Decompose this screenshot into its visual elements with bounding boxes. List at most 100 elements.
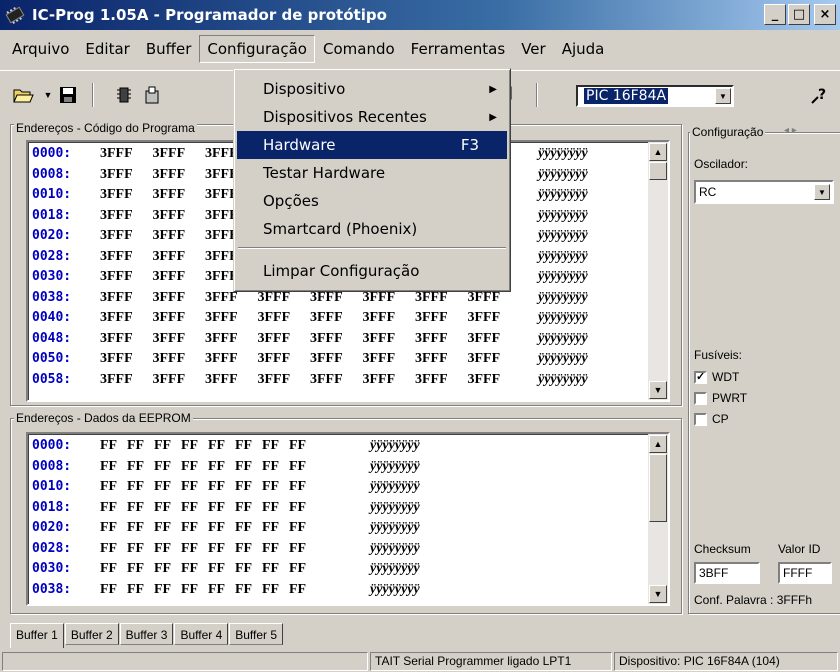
hex-byte-cell[interactable]: FF bbox=[289, 582, 306, 598]
scroll-up-button[interactable]: ▲ bbox=[649, 435, 667, 453]
hex-word-cell[interactable]: 3FFF bbox=[100, 372, 133, 388]
hex-word-cell[interactable]: 3FFF bbox=[258, 372, 291, 388]
hex-word-cell[interactable]: 3FFF bbox=[415, 372, 448, 388]
hex-byte-cell[interactable]: FF bbox=[208, 438, 225, 454]
hex-word-cell[interactable]: 3FFF bbox=[468, 310, 501, 326]
hex-byte-cell[interactable]: FF bbox=[100, 520, 117, 536]
hex-byte-cell[interactable]: FF bbox=[262, 520, 279, 536]
hex-word-cell[interactable]: 3FFF bbox=[153, 351, 186, 367]
hex-byte-cell[interactable]: FF bbox=[289, 479, 306, 495]
fuse-cp-checkbox[interactable]: CP bbox=[694, 412, 729, 426]
hex-word-cell[interactable]: 3FFF bbox=[310, 351, 343, 367]
hex-byte-cell[interactable]: FF bbox=[262, 438, 279, 454]
hex-word-cell[interactable]: 3FFF bbox=[100, 228, 133, 244]
hex-word-cell[interactable]: 3FFF bbox=[100, 290, 133, 306]
device-select[interactable]: PIC 16F84A ▼ bbox=[576, 85, 734, 107]
tab-buffer-5[interactable]: Buffer 5 bbox=[229, 623, 284, 645]
hex-byte-cell[interactable]: FF bbox=[289, 520, 306, 536]
eeprom-hex-view[interactable]: ▲ ▼ 0000: FF FF FF FF FF FF FF FF ÿÿÿÿÿÿÿÿ 0008: FF… bbox=[26, 432, 670, 606]
hex-byte-cell[interactable]: FF bbox=[289, 459, 306, 475]
hex-word-cell[interactable]: 3FFF bbox=[205, 372, 238, 388]
menu-item-dispositivo[interactable]: Dispositivo ▶ bbox=[237, 75, 507, 103]
hex-word-cell[interactable]: 3FFF bbox=[100, 208, 133, 224]
hex-word-cell[interactable]: 3FFF bbox=[153, 146, 186, 162]
hex-byte-cell[interactable]: FF bbox=[262, 500, 279, 516]
hex-word-cell[interactable]: 3FFF bbox=[205, 310, 238, 326]
hex-word-cell[interactable]: 3FFF bbox=[310, 310, 343, 326]
hex-word-cell[interactable]: 3FFF bbox=[468, 372, 501, 388]
hex-byte-cell[interactable]: FF bbox=[208, 561, 225, 577]
hex-word-cell[interactable]: 3FFF bbox=[363, 331, 396, 347]
hex-word-cell[interactable]: 3FFF bbox=[100, 187, 133, 203]
hex-byte-cell[interactable]: FF bbox=[208, 541, 225, 557]
hex-byte-cell[interactable]: FF bbox=[208, 459, 225, 475]
hex-byte-cell[interactable]: FF bbox=[181, 459, 198, 475]
menu-buffer[interactable]: Buffer bbox=[138, 35, 200, 63]
hex-byte-cell[interactable]: FF bbox=[100, 561, 117, 577]
hex-byte-cell[interactable]: FF bbox=[181, 438, 198, 454]
hex-byte-cell[interactable]: FF bbox=[235, 500, 252, 516]
config-arrows-icon[interactable]: ◂ ▸ bbox=[784, 125, 797, 136]
hex-byte-cell[interactable]: FF bbox=[154, 582, 171, 598]
hex-word-cell[interactable]: 3FFF bbox=[100, 331, 133, 347]
hex-byte-cell[interactable]: FF bbox=[154, 500, 171, 516]
hex-word-cell[interactable]: 3FFF bbox=[153, 249, 186, 265]
save-button[interactable] bbox=[56, 83, 80, 107]
hex-word-cell[interactable]: 3FFF bbox=[310, 372, 343, 388]
hex-byte-cell[interactable]: FF bbox=[235, 561, 252, 577]
hex-word-cell[interactable]: 3FFF bbox=[100, 167, 133, 183]
hex-word-cell[interactable]: 3FFF bbox=[205, 331, 238, 347]
hex-byte-cell[interactable]: FF bbox=[262, 459, 279, 475]
hex-word-cell[interactable]: 3FFF bbox=[310, 331, 343, 347]
hex-byte-cell[interactable]: FF bbox=[262, 479, 279, 495]
hex-byte-cell[interactable]: FF bbox=[154, 520, 171, 536]
hex-byte-cell[interactable]: FF bbox=[100, 541, 117, 557]
hex-word-cell[interactable]: 3FFF bbox=[153, 331, 186, 347]
hex-byte-cell[interactable]: FF bbox=[127, 582, 144, 598]
program-device-button[interactable] bbox=[140, 83, 164, 107]
minimize-button[interactable]: _ bbox=[764, 4, 786, 25]
maximize-button[interactable]: □ bbox=[788, 4, 810, 25]
hex-byte-cell[interactable]: FF bbox=[235, 479, 252, 495]
hex-word-cell[interactable]: 3FFF bbox=[258, 331, 291, 347]
hex-word-cell[interactable]: 3FFF bbox=[153, 290, 186, 306]
menu-arquivo[interactable]: Arquivo bbox=[4, 35, 77, 63]
menu-editar[interactable]: Editar bbox=[77, 35, 137, 63]
read-device-button[interactable] bbox=[112, 83, 136, 107]
hex-byte-cell[interactable]: FF bbox=[235, 459, 252, 475]
hex-word-cell[interactable]: 3FFF bbox=[100, 269, 133, 285]
hex-byte-cell[interactable]: FF bbox=[154, 459, 171, 475]
hex-byte-cell[interactable]: FF bbox=[208, 582, 225, 598]
hex-byte-cell[interactable]: FF bbox=[127, 438, 144, 454]
hex-byte-cell[interactable]: FF bbox=[100, 479, 117, 495]
fuse-wdt-checkbox[interactable]: ✓ WDT bbox=[694, 370, 739, 384]
hex-byte-cell[interactable]: FF bbox=[235, 541, 252, 557]
menu-item-hardware[interactable]: Hardware F3 bbox=[237, 131, 507, 159]
hex-byte-cell[interactable]: FF bbox=[100, 500, 117, 516]
hex-byte-cell[interactable]: FF bbox=[100, 438, 117, 454]
menu-ferramentas[interactable]: Ferramentas bbox=[403, 35, 514, 63]
hex-byte-cell[interactable]: FF bbox=[262, 561, 279, 577]
hex-word-cell[interactable]: 3FFF bbox=[153, 208, 186, 224]
hex-byte-cell[interactable]: FF bbox=[289, 561, 306, 577]
hex-byte-cell[interactable]: FF bbox=[208, 479, 225, 495]
close-button[interactable]: × bbox=[814, 4, 836, 25]
open-file-button[interactable] bbox=[12, 83, 36, 107]
menu-item-limpar-configuracao[interactable]: Limpar Configuração bbox=[237, 257, 507, 285]
hex-byte-cell[interactable]: FF bbox=[235, 438, 252, 454]
hex-byte-cell[interactable]: FF bbox=[127, 541, 144, 557]
hex-byte-cell[interactable]: FF bbox=[127, 520, 144, 536]
scroll-thumb[interactable] bbox=[649, 162, 667, 180]
hex-byte-cell[interactable]: FF bbox=[100, 582, 117, 598]
hex-byte-cell[interactable]: FF bbox=[208, 520, 225, 536]
menu-item-dispositivos-recentes[interactable]: Dispositivos Recentes ▶ bbox=[237, 103, 507, 131]
hex-byte-cell[interactable]: FF bbox=[235, 582, 252, 598]
menu-comando[interactable]: Comando bbox=[315, 35, 403, 63]
hex-byte-cell[interactable]: FF bbox=[181, 500, 198, 516]
menu-ver[interactable]: Ver bbox=[513, 35, 554, 63]
hex-word-cell[interactable]: 3FFF bbox=[363, 372, 396, 388]
fuse-pwrt-checkbox[interactable]: PWRT bbox=[694, 391, 747, 405]
hex-byte-cell[interactable]: FF bbox=[181, 561, 198, 577]
hex-word-cell[interactable]: 3FFF bbox=[153, 167, 186, 183]
hex-word-cell[interactable]: 3FFF bbox=[153, 187, 186, 203]
